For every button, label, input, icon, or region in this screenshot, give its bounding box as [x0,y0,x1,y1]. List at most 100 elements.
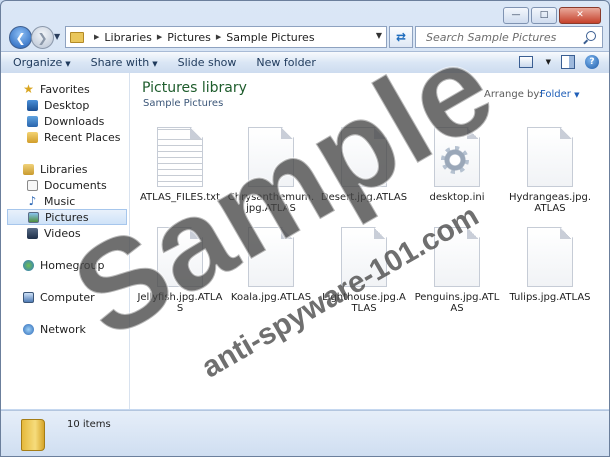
chevron-down-icon: ▼ [65,60,71,68]
sidebar-item-label: Documents [44,178,107,192]
blank-file-icon [434,227,480,287]
search-icon[interactable] [586,31,596,41]
explorer-window: — □ ✕ ❮ ❯ ▼ ▶ Libraries ▶ Pictures ▶ Sam… [0,0,610,457]
breadcrumb-sample-pictures[interactable]: Sample Pictures [226,31,314,44]
sidebar-item-label: Videos [44,226,81,240]
address-dropdown-icon[interactable]: ▼ [376,31,382,40]
change-view-icon[interactable] [518,56,533,68]
chevron-right-icon[interactable]: ▶ [94,33,99,41]
forward-button[interactable]: ❯ [31,26,54,49]
folder-icon [21,419,45,451]
sidebar-item-label: Homegroup [40,258,105,272]
file-name: Chrysanthemum.jpg.ATLAS [227,192,315,214]
library-subtitle: Sample Pictures [143,98,224,109]
file-item[interactable]: Desert.jpg.ATLAS [320,127,408,203]
refresh-button[interactable]: ⇄ [389,26,413,48]
library-title: Pictures library [142,80,247,96]
recent-places-icon [27,131,38,143]
navigation-pane: ★ Favorites Desktop Downloads Recent Pla… [1,73,130,409]
toolbar-right-group: ▼ ? [518,55,599,69]
file-item[interactable]: Penguins.jpg.ATLAS [413,227,501,314]
search-placeholder: Search Sample Pictures [426,30,557,44]
blank-file-icon [527,127,573,187]
maximize-button[interactable]: □ [531,7,557,24]
file-name: Tulips.jpg.ATLAS [509,292,591,303]
arrange-by-label: Arrange by: [484,89,542,100]
share-with-button[interactable]: Share with ▼ [91,56,158,69]
file-item[interactable]: Tulips.jpg.ATLAS [506,227,594,303]
arrange-by-value: Folder [540,89,571,100]
refresh-icon: ⇄ [395,30,407,44]
arrow-left-icon: ❮ [15,30,26,45]
file-item[interactable]: Lighthouse.jpg.ATLAS [320,227,408,314]
minimize-button[interactable]: — [503,7,529,24]
chevron-down-icon: ▼ [574,91,580,99]
sidebar-item-label: Downloads [44,114,105,128]
organize-button[interactable]: Organize ▼ [13,56,71,69]
maximize-icon: □ [539,10,549,20]
command-toolbar: Organize ▼ Share with ▼ Slide show New fol… [1,51,609,74]
status-bar: 10 items [1,410,609,456]
file-item[interactable]: Hydrangeas.jpg.ATLAS [506,127,594,214]
libraries-icon [23,163,34,175]
close-button[interactable]: ✕ [559,7,601,24]
sidebar-item-label: Network [40,322,86,336]
file-name: Jellyfish.jpg.ATLAS [137,292,223,314]
file-name: desktop.ini [429,192,485,203]
new-folder-button[interactable]: New folder [256,56,315,69]
arrow-right-icon: ❯ [37,30,48,45]
folder-icon [70,31,84,43]
gear-icon [441,146,469,174]
sidebar-item-label: Pictures [45,210,89,224]
organize-label: Organize [13,56,63,69]
file-item[interactable]: Koala.jpg.ATLAS [227,227,315,303]
file-list-pane: Pictures library Sample Pictures Arrange… [130,73,609,409]
recent-pages-dropdown-icon[interactable]: ▼ [54,32,60,41]
file-item[interactable]: Chrysanthemum.jpg.ATLAS [227,127,315,214]
preview-pane-icon[interactable] [561,55,575,69]
arrange-by-dropdown[interactable]: Folder ▼ [540,89,579,100]
blank-file-icon [157,227,203,287]
videos-icon [27,227,38,239]
sidebar-item-label: Recent Places [44,130,121,144]
sidebar-item-label: Favorites [40,82,90,96]
chevron-right-icon[interactable]: ▶ [157,33,162,41]
file-name: ATLAS_FILES.txt [139,192,221,203]
computer-icon [23,291,34,303]
blank-file-icon [527,227,573,287]
downloads-icon [27,115,38,127]
chevron-down-icon: ▼ [152,60,158,68]
music-note-icon: ♪ [28,193,37,208]
file-name: Penguins.jpg.ATLAS [414,292,500,314]
navigation-bar: ❮ ❯ ▼ ▶ Libraries ▶ Pictures ▶ Sample Pi… [9,25,603,49]
file-item[interactable]: Jellyfish.jpg.ATLAS [136,227,224,314]
sidebar-item-label: Music [44,194,76,208]
star-icon: ★ [23,81,34,96]
slide-show-button[interactable]: Slide show [178,56,237,69]
sidebar-item-label: Computer [40,290,95,304]
pictures-icon [28,211,39,223]
chevron-right-icon[interactable]: ▶ [216,33,221,41]
back-button[interactable]: ❮ [9,26,32,49]
file-name: Lighthouse.jpg.ATLAS [322,292,406,314]
blank-file-icon [248,227,294,287]
file-name: Koala.jpg.ATLAS [230,292,312,303]
sidebar-item-label: Desktop [44,98,90,112]
breadcrumb-pictures[interactable]: Pictures [167,31,211,44]
help-icon[interactable]: ? [585,55,599,69]
file-item[interactable]: ATLAS_FILES.txt [136,127,224,203]
file-name: Hydrangeas.jpg.ATLAS [508,192,592,214]
minimize-icon: — [511,10,521,20]
file-name: Desert.jpg.ATLAS [320,192,408,203]
desktop-icon [27,99,38,111]
file-item[interactable]: desktop.ini [413,127,501,203]
text-file-icon [157,127,203,187]
chevron-down-icon[interactable]: ▼ [546,58,551,66]
breadcrumb-libraries[interactable]: Libraries [104,31,152,44]
search-input[interactable]: Search Sample Pictures [415,26,603,48]
caption-buttons: — □ ✕ [503,7,601,24]
share-with-label: Share with [90,56,150,69]
sidebar-item-label: Libraries [40,162,88,176]
address-bar[interactable]: ▶ Libraries ▶ Pictures ▶ Sample Pictures… [65,26,387,48]
sidebar-item-pictures[interactable]: Pictures [7,209,127,225]
